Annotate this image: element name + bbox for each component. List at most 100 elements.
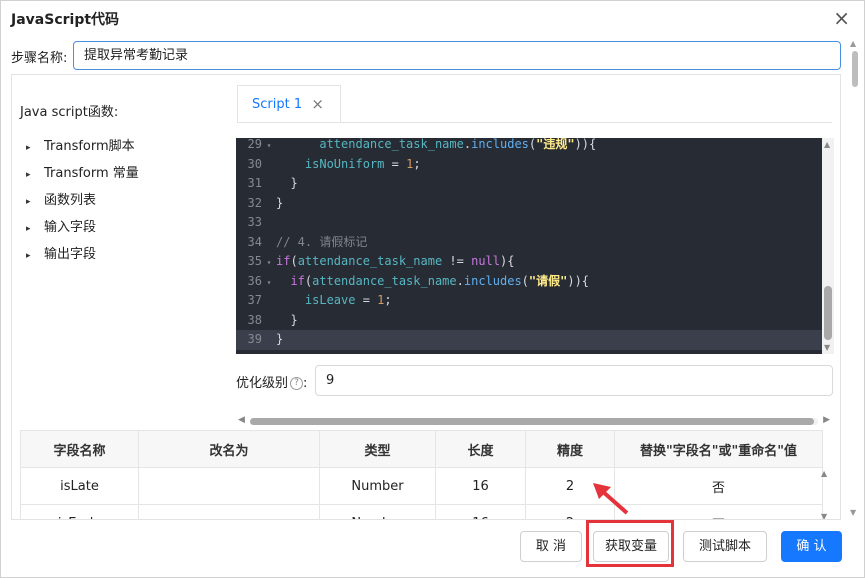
dialog-scrollbar[interactable]: ▲ ▼ <box>848 37 862 519</box>
step-name-label: 步骤名称: <box>11 51 68 66</box>
scroll-up-icon[interactable]: ▲ <box>821 469 827 478</box>
scroll-up-icon[interactable]: ▲ <box>850 39 856 48</box>
column-header[interactable]: 改名为 <box>138 430 320 468</box>
code-token: = <box>355 293 378 307</box>
code-token: includes <box>463 273 522 288</box>
test-script-button[interactable]: 测试脚本 <box>683 531 767 562</box>
step-name-input[interactable]: 提取异常考勤记录 <box>73 41 841 70</box>
table-cell[interactable]: isEarly <box>20 504 139 519</box>
code-token: } <box>276 195 284 210</box>
code-token: )){ <box>567 273 590 288</box>
column-header[interactable]: 类型 <box>319 430 436 468</box>
expand-arrow-icon[interactable]: ▸ <box>26 143 44 153</box>
scroll-thumb[interactable] <box>250 418 814 425</box>
tree-item-label: 输出字段 <box>44 247 97 262</box>
tab-divider <box>237 122 832 123</box>
code-line: 35 ▾ if(attendance_task_name != null){ <box>236 252 822 272</box>
help-icon[interactable]: ? <box>290 377 304 390</box>
code-token: if <box>276 254 291 268</box>
line-number: 30 <box>247 156 262 171</box>
priority-label: 优化级别?: <box>236 376 308 391</box>
line-number: 32 <box>247 195 262 210</box>
tree-item[interactable]: ▸ 输入字段 <box>26 216 96 235</box>
line-number: 36 <box>247 273 262 288</box>
column-header[interactable]: 替换"字段名"或"重命名"值 <box>614 430 823 468</box>
tree-item-label: Transform脚本 <box>44 139 135 154</box>
fold-icon[interactable]: ▾ <box>262 253 276 273</box>
table-cell[interactable]: isLate <box>20 467 139 505</box>
scroll-down-icon[interactable]: ▼ <box>821 512 827 519</box>
table-cell[interactable]: Number <box>319 467 436 505</box>
table-cell[interactable]: 否 <box>614 504 823 519</box>
code-token: = <box>384 156 407 171</box>
code-token: . <box>456 273 464 288</box>
code-token: } <box>276 332 284 346</box>
expand-arrow-icon[interactable]: ▸ <box>26 251 44 261</box>
scroll-down-icon[interactable]: ▼ <box>850 508 856 517</box>
table-cell[interactable]: 16 <box>435 467 526 505</box>
confirm-button[interactable]: 确 认 <box>781 531 842 562</box>
scroll-up-icon[interactable]: ▲ <box>824 140 830 149</box>
code-line: 33 <box>236 213 822 233</box>
tab-close-icon[interactable]: × <box>311 95 324 113</box>
highlight-box <box>586 520 674 567</box>
table-cell[interactable] <box>138 467 320 505</box>
expand-arrow-icon[interactable]: ▸ <box>26 197 44 207</box>
tab-script-1[interactable]: Script 1 × <box>237 85 341 123</box>
code-token: isNoUniform <box>304 156 385 171</box>
scroll-thumb[interactable] <box>852 51 858 87</box>
editor-scrollbar[interactable]: ▲ ▼ <box>822 138 834 354</box>
priority-input[interactable]: 9 <box>315 365 833 396</box>
cancel-button[interactable]: 取 消 <box>520 531 582 562</box>
table-cell[interactable]: 16 <box>435 504 526 519</box>
code-line: 38 } <box>236 311 822 331</box>
code-token: null <box>471 254 500 268</box>
code-token: ; <box>384 293 392 307</box>
table-header-row: 字段名称 改名为 类型 长度 精度 替换"字段名"或"重命名"值 <box>20 430 823 468</box>
tree-item[interactable]: ▸ 函数列表 <box>26 189 96 208</box>
fold-icon[interactable]: ▾ <box>262 138 276 156</box>
tree-item[interactable]: ▸ Transform脚本 <box>26 135 135 154</box>
scroll-thumb[interactable] <box>824 286 832 340</box>
script-panel: Java script函数: ▸ Transform脚本 ▸ Transform 常量… <box>11 74 841 520</box>
table-row[interactable]: isEarlyNumber162否 <box>20 504 823 519</box>
line-number: 39 <box>247 332 262 346</box>
code-token: ; <box>413 156 421 171</box>
fold-icon[interactable]: ▾ <box>262 273 276 293</box>
tree-item[interactable]: ▸ Transform 常量 <box>26 162 139 181</box>
table-scrollbar[interactable]: ▲ ▼ <box>819 469 831 519</box>
scroll-right-icon[interactable]: ▶ <box>823 415 830 425</box>
code-token: ){ <box>500 254 515 268</box>
code-token: . <box>463 138 472 151</box>
code-token: } <box>276 176 298 190</box>
table-cell[interactable]: 否 <box>614 467 823 505</box>
code-line: 31 } <box>236 174 822 194</box>
close-icon[interactable]: × <box>833 7 850 29</box>
table-row[interactable]: isLate Number 16 2 否 <box>20 467 823 505</box>
line-number: 34 <box>247 234 262 249</box>
tree-item[interactable]: ▸ 输出字段 <box>26 243 96 262</box>
column-header[interactable]: 字段名称 <box>20 430 139 468</box>
column-header[interactable]: 精度 <box>525 430 615 468</box>
code-token: ( <box>290 254 298 268</box>
code-token: } <box>276 312 298 327</box>
line-number: 31 <box>247 176 262 190</box>
code-line: 34 // 4. 请假标记 <box>236 233 822 253</box>
code-editor[interactable]: 29 ▾ attendance_task_name.includes("违规"))… <box>236 138 822 354</box>
scroll-left-icon[interactable]: ◀ <box>238 415 245 425</box>
table-cell[interactable]: Number <box>319 504 436 519</box>
line-number: 37 <box>247 293 262 307</box>
code-token: != <box>442 254 472 268</box>
code-line: 32} <box>236 194 822 214</box>
code-line: 29 ▾ attendance_task_name.includes("违规"))… <box>236 138 822 155</box>
horizontal-scrollbar[interactable]: ◀ ▶ <box>236 415 832 427</box>
line-number: 33 <box>247 215 262 229</box>
expand-arrow-icon[interactable]: ▸ <box>26 170 44 180</box>
scroll-down-icon[interactable]: ▼ <box>824 343 830 352</box>
code-line: 30 isNoUniform = 1; <box>236 155 822 175</box>
table-cell[interactable] <box>138 504 320 519</box>
column-header[interactable]: 长度 <box>435 430 526 468</box>
expand-arrow-icon[interactable]: ▸ <box>26 224 44 234</box>
